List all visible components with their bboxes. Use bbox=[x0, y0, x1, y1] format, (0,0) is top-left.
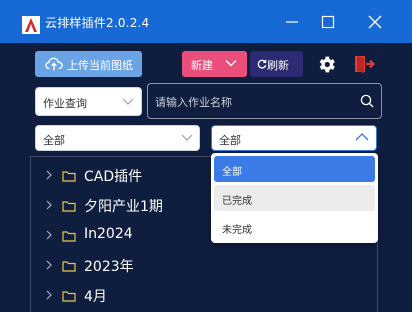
tree-item[interactable]: 夕阳产业1期 bbox=[31, 195, 211, 217]
refresh-button[interactable]: 刷新 bbox=[250, 51, 303, 77]
tree-item[interactable]: CAD插件 bbox=[31, 165, 211, 187]
refresh-label: 刷新 bbox=[267, 59, 289, 72]
search-icon[interactable] bbox=[360, 94, 374, 108]
chevron-down-icon bbox=[225, 60, 237, 67]
close-icon bbox=[368, 15, 382, 29]
cloud-upload-icon bbox=[45, 57, 63, 71]
title-bar: 云排样插件2.0.2.4 bbox=[0, 0, 412, 43]
tree-item-label: 4月 bbox=[84, 289, 107, 305]
dropdown-option-all[interactable]: 全部 bbox=[214, 156, 375, 182]
chevron-down-icon bbox=[181, 134, 193, 141]
folder-icon bbox=[62, 201, 76, 212]
chevron-right-icon[interactable] bbox=[45, 259, 53, 271]
upload-drawing-button[interactable]: 上传当前图纸 bbox=[35, 51, 142, 77]
category-value: 全部 bbox=[43, 134, 65, 147]
tree-item-label: 2023年 bbox=[84, 259, 134, 275]
query-type-value: 作业查询 bbox=[43, 97, 87, 110]
query-type-select[interactable]: 作业查询 bbox=[35, 87, 142, 116]
app-logo-icon bbox=[22, 16, 40, 34]
folder-icon bbox=[62, 231, 76, 242]
chevron-right-icon[interactable] bbox=[45, 229, 53, 241]
status-select[interactable]: 全部 bbox=[211, 125, 377, 151]
folder-icon bbox=[62, 291, 76, 302]
settings-button[interactable] bbox=[316, 54, 337, 75]
tree-item-label: 夕阳产业1期 bbox=[84, 199, 163, 215]
dropdown-option-completed[interactable]: 已完成 bbox=[214, 185, 375, 211]
tree-item-label: In2024 bbox=[84, 226, 133, 242]
new-button[interactable]: 新建 bbox=[182, 51, 247, 77]
tree-item-label: CAD插件 bbox=[84, 169, 143, 185]
dropdown-option-label: 未完成 bbox=[222, 225, 252, 236]
close-button[interactable] bbox=[365, 12, 385, 32]
gear-icon bbox=[319, 56, 335, 73]
chevron-right-icon[interactable] bbox=[45, 169, 53, 181]
folder-icon bbox=[62, 261, 76, 272]
minimize-icon bbox=[286, 21, 298, 23]
upload-label: 上传当前图纸 bbox=[67, 59, 133, 72]
chevron-right-icon[interactable] bbox=[45, 289, 53, 301]
chevron-down-icon bbox=[122, 98, 134, 105]
search-input[interactable]: 请输入作业名称 bbox=[155, 94, 232, 110]
exit-icon bbox=[355, 56, 376, 73]
chevron-up-icon bbox=[355, 133, 369, 141]
status-value: 全部 bbox=[219, 134, 241, 147]
minimize-button[interactable] bbox=[282, 12, 302, 32]
search-box[interactable]: 请输入作业名称 bbox=[147, 83, 382, 119]
maximize-button[interactable] bbox=[318, 12, 338, 32]
status-dropdown-menu: 全部 已完成 未完成 bbox=[211, 153, 378, 243]
exit-button[interactable] bbox=[353, 53, 376, 75]
folder-icon bbox=[62, 171, 76, 182]
tree-item[interactable]: 2023年 bbox=[31, 255, 211, 277]
maximize-icon bbox=[321, 15, 335, 29]
window-title: 云排样插件2.0.2.4 bbox=[45, 16, 150, 30]
category-select[interactable]: 全部 bbox=[35, 125, 200, 151]
dropdown-option-label: 已完成 bbox=[222, 196, 252, 207]
refresh-icon bbox=[257, 59, 267, 69]
dropdown-option-label: 全部 bbox=[222, 167, 242, 178]
tree-item[interactable]: 4月 bbox=[31, 285, 211, 307]
new-label: 新建 bbox=[191, 59, 213, 72]
tree-item[interactable]: In2024 bbox=[31, 225, 211, 247]
dropdown-option-incomplete[interactable]: 未完成 bbox=[214, 214, 375, 240]
chevron-right-icon[interactable] bbox=[45, 199, 53, 211]
